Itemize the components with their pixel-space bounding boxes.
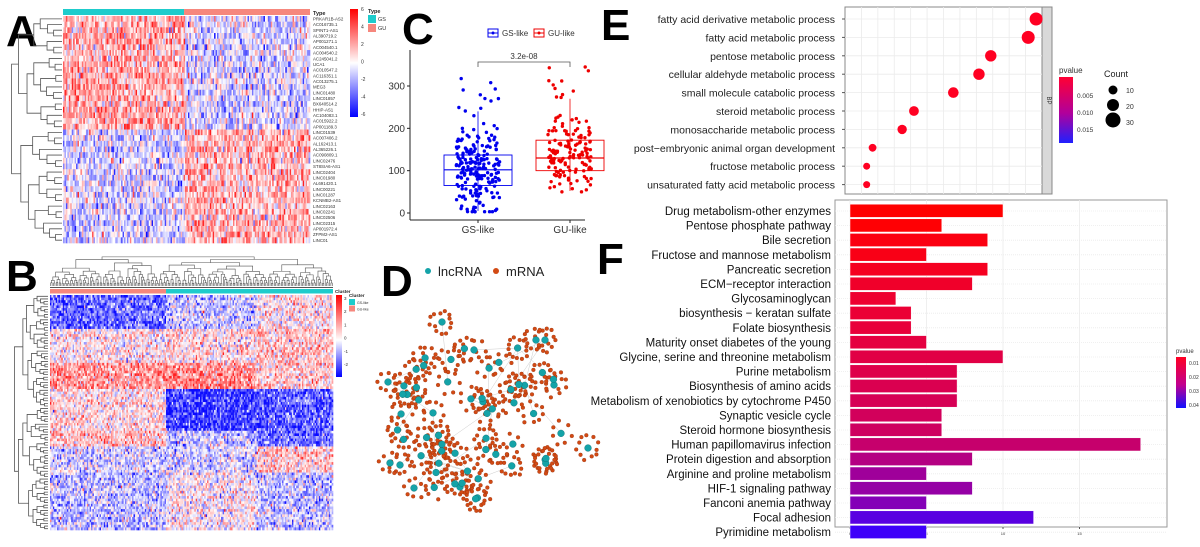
heatmap-cell bbox=[308, 55, 311, 62]
annotation-gs bbox=[63, 9, 185, 15]
heatmap-cell bbox=[308, 157, 311, 164]
heatmap-cell bbox=[308, 135, 311, 142]
heatmap-a: TypePRKAR1B-AS2AC016735.1SPINT1-AS1AL390… bbox=[11, 7, 386, 244]
heatmap-cell bbox=[308, 163, 311, 170]
heatmap-cell bbox=[308, 33, 311, 39]
heatmap-cell bbox=[308, 50, 311, 57]
heatmap-cell bbox=[308, 78, 311, 85]
heatmap-cell bbox=[308, 16, 311, 22]
heatmap-cell bbox=[308, 140, 311, 147]
heatmap-cell bbox=[308, 38, 311, 45]
heatmap-cell bbox=[308, 152, 311, 159]
heatmap-cell bbox=[308, 95, 311, 102]
heatmap-cell bbox=[308, 21, 311, 28]
heatmap-cell bbox=[308, 84, 311, 91]
heatmap-cell bbox=[308, 61, 311, 68]
heatmap-cells bbox=[63, 16, 311, 244]
heatmap-cell bbox=[308, 72, 311, 79]
heatmap-cell bbox=[308, 67, 311, 74]
heatmap-cell bbox=[308, 106, 311, 113]
heatmap-cell bbox=[308, 129, 311, 136]
heatmap-cell bbox=[308, 89, 311, 96]
heatmap-cell bbox=[308, 101, 311, 108]
heatmap-cell bbox=[308, 27, 311, 34]
annotation-gu bbox=[184, 9, 310, 15]
heatmap-cell bbox=[308, 123, 311, 130]
heatmap-cell bbox=[308, 112, 311, 119]
heatmap-cell bbox=[308, 44, 311, 51]
heatmap-cell bbox=[308, 146, 311, 153]
heatmap-cell bbox=[308, 169, 311, 176]
heatmap-cell bbox=[308, 118, 311, 125]
heatmap-cell bbox=[308, 174, 311, 181]
